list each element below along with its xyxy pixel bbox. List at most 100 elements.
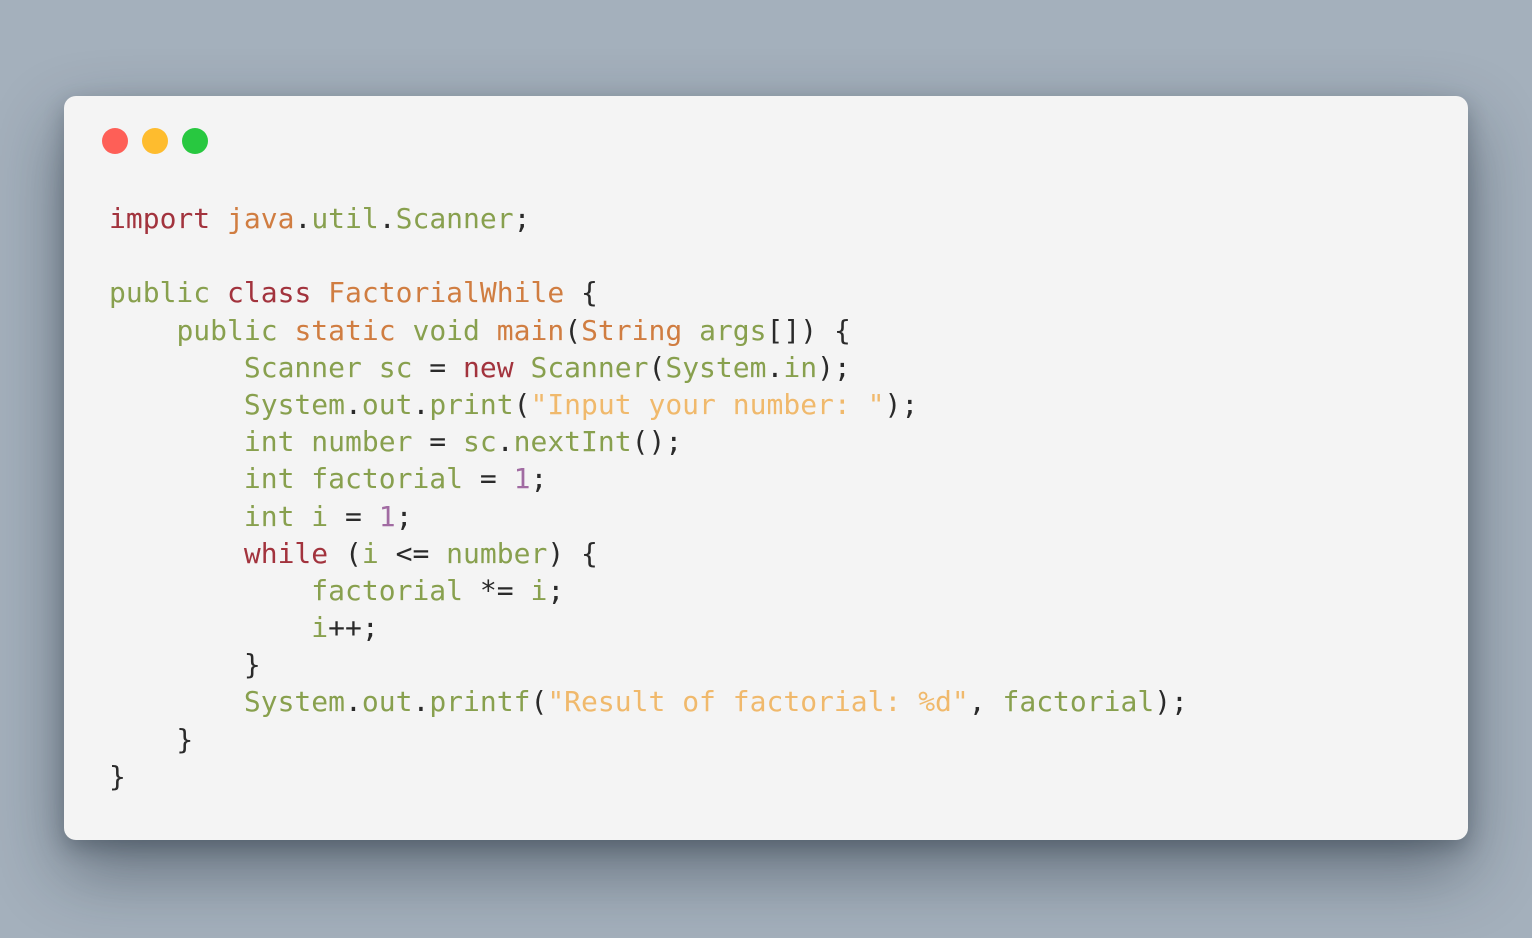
code-token: i — [311, 611, 329, 645]
code-token: i — [530, 573, 548, 607]
code-token: ; — [547, 573, 565, 607]
code-token: = — [412, 425, 464, 459]
code-line: i++; — [109, 609, 1188, 646]
code-token: ); — [1154, 685, 1188, 719]
code-token: ); — [817, 350, 851, 384]
code-token: out — [361, 685, 413, 719]
code-token: . — [294, 202, 312, 235]
code-token: ; — [530, 462, 548, 496]
minimize-button[interactable] — [142, 128, 168, 154]
code-token: System — [243, 685, 346, 719]
code-token: <= — [378, 536, 447, 570]
code-token: Scanner — [395, 202, 514, 235]
code-token: factorial — [311, 462, 464, 496]
code-token: ; — [513, 202, 531, 235]
zoom-button[interactable] — [182, 128, 208, 154]
window-controls — [102, 128, 208, 154]
code-token: = — [463, 462, 514, 496]
code-block: import java.util.Scanner; public class Fa… — [109, 200, 1188, 795]
code-line: int number = sc.nextInt(); — [109, 423, 1188, 460]
code-token: *= — [463, 573, 531, 607]
code-token: sc — [378, 350, 413, 384]
code-token: ( — [328, 536, 362, 570]
code-token: factorial — [1002, 685, 1155, 719]
code-line: } — [109, 721, 1188, 758]
code-window: import java.util.Scanner; public class Fa… — [64, 96, 1468, 840]
code-token: 1 — [513, 462, 531, 496]
code-token: factorial — [311, 573, 464, 607]
code-token: . — [412, 685, 430, 719]
code-token: java — [227, 202, 295, 235]
code-line: } — [109, 646, 1188, 683]
code-token: System — [665, 350, 767, 384]
code-token: util — [311, 202, 379, 235]
code-token: int — [243, 425, 295, 459]
close-button[interactable] — [102, 128, 128, 154]
code-line: } — [109, 758, 1188, 795]
code-token: static — [294, 313, 396, 347]
code-token: ( — [648, 350, 666, 384]
code-line: import java.util.Scanner; — [109, 200, 1188, 237]
code-token: while — [243, 536, 329, 570]
code-line: System.out.print("Input your number: "); — [109, 386, 1188, 423]
code-token: } — [109, 759, 126, 793]
code-token: void — [412, 313, 480, 347]
code-line: factorial *= i; — [109, 572, 1188, 609]
code-token: 1 — [378, 499, 396, 533]
code-token: (); — [631, 425, 683, 459]
code-token: ; — [395, 499, 413, 533]
code-token: ) { — [547, 536, 598, 570]
code-token: ); — [884, 387, 919, 421]
code-token: ++; — [328, 611, 379, 645]
code-token: class — [227, 276, 312, 310]
code-token: . — [345, 387, 362, 421]
code-line: while (i <= number) { — [109, 535, 1188, 572]
code-token: import — [109, 202, 211, 235]
code-token: . — [378, 202, 396, 235]
code-token: FactorialWhile — [328, 276, 565, 310]
code-token: new — [463, 350, 514, 384]
code-line: public class FactorialWhile { — [109, 274, 1188, 311]
code-token: "Result of factorial: %d" — [547, 685, 969, 719]
code-token: { — [564, 276, 598, 310]
code-token: Scanner — [530, 350, 649, 384]
code-token: . — [496, 425, 514, 459]
code-token: . — [766, 350, 784, 384]
code-token: , — [968, 685, 1003, 719]
code-token: public — [176, 313, 278, 347]
code-token: "Input your number: " — [530, 387, 885, 421]
code-token: } — [109, 648, 261, 682]
code-line: Scanner sc = new Scanner(System.in); — [109, 349, 1188, 386]
code-token: String — [581, 313, 683, 347]
code-token: main — [496, 313, 565, 347]
code-token: . — [345, 685, 362, 719]
code-token: ( — [530, 685, 548, 719]
code-token: = — [328, 499, 379, 533]
code-token: . — [412, 387, 430, 421]
code-token: int — [243, 499, 295, 533]
code-token: printf — [429, 685, 531, 719]
code-line: System.out.printf("Result of factorial: … — [109, 683, 1188, 720]
code-token: number — [311, 425, 413, 459]
code-token: System — [243, 387, 346, 421]
code-line: int factorial = 1; — [109, 460, 1188, 497]
